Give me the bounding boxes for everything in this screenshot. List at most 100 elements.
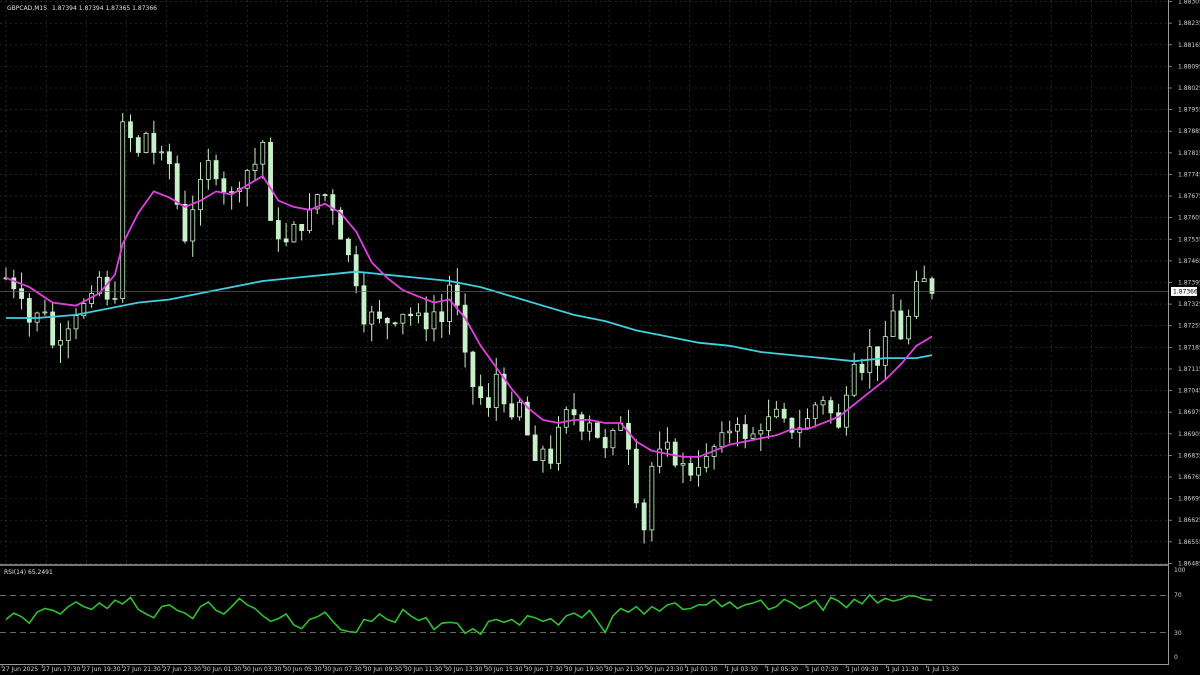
- candle-body: [135, 137, 141, 153]
- candle-body: [875, 346, 880, 366]
- candle-body: [423, 312, 429, 330]
- time-tick-label: 1 Jul 09:30: [846, 666, 878, 673]
- price-tick-label: 1.88305: [1178, 0, 1200, 6]
- price-tick-label: 1.86695: [1178, 496, 1200, 503]
- candle-body: [408, 313, 414, 317]
- candle-body: [174, 163, 180, 205]
- price-tick-label: 1.87045: [1178, 388, 1200, 395]
- time-tick-label: 27 Jun 19:30: [82, 666, 120, 673]
- candle-body: [190, 209, 196, 242]
- price-tick-label: 1.87115: [1178, 366, 1200, 373]
- candle-body: [812, 404, 818, 419]
- price-tick-label: 1.86765: [1178, 474, 1200, 481]
- current-price-label: 1.87366: [1171, 286, 1198, 296]
- candle-body: [750, 433, 756, 439]
- time-tick-label: 1 Jul 11:30: [886, 666, 918, 673]
- price-tick-label: 1.88095: [1178, 63, 1200, 70]
- candle-body: [820, 400, 826, 406]
- time-tick-label: 1 Jul 03:30: [726, 666, 758, 673]
- candle-body: [805, 418, 810, 429]
- time-tick-label: 30 Jun 23:30: [645, 666, 683, 673]
- price-chart[interactable]: 1.88305 1.88235 1.88165 1.88095 1.88025 1.879…: [0, 0, 1200, 675]
- candle-body: [369, 311, 375, 325]
- candle-body: [291, 223, 297, 243]
- chart-header-ohlc: 1.87394 1.87394 1.87365 1.87366: [52, 5, 157, 12]
- candle-body: [851, 363, 857, 396]
- candle-body: [898, 310, 904, 340]
- price-tick-label: 1.86555: [1178, 539, 1200, 546]
- candle-body: [914, 281, 919, 317]
- rsi-scale-100: 100: [1174, 567, 1186, 574]
- candle-body: [283, 238, 289, 243]
- candle-body: [377, 311, 382, 319]
- candle-body: [742, 424, 748, 439]
- candle-body: [73, 315, 79, 330]
- candle-body: [478, 386, 484, 399]
- candle-body: [890, 310, 896, 337]
- candle-body: [517, 401, 522, 418]
- candle-body: [182, 203, 188, 242]
- candle-body: [633, 448, 639, 504]
- time-tick-label: 30 Jun 07:30: [324, 666, 362, 673]
- candle-body: [112, 298, 118, 300]
- candle-body: [159, 151, 165, 154]
- candle-body: [509, 403, 515, 418]
- rsi-scale-30: 30: [1174, 630, 1182, 637]
- candle-body: [400, 313, 406, 324]
- price-tick-label: 1.87465: [1178, 258, 1200, 265]
- candle-body: [828, 400, 834, 414]
- price-tick-label: 1.86625: [1178, 517, 1200, 524]
- candle-body: [198, 179, 203, 211]
- candle-body: [758, 430, 764, 435]
- chart-header-symbol: GBPCAD,M15: [7, 5, 47, 12]
- price-tick-label: 1.88235: [1178, 20, 1200, 27]
- time-tick-label: 30 Jun 03:30: [243, 666, 281, 673]
- candle-body: [571, 409, 577, 416]
- price-tick-label: 1.87955: [1178, 107, 1200, 114]
- candle-body: [672, 441, 678, 466]
- candle-body: [602, 437, 608, 449]
- candle-body: [42, 311, 48, 314]
- price-tick-label: 1.88165: [1178, 42, 1200, 49]
- price-tick-label: 1.87815: [1178, 150, 1200, 157]
- candle-body: [384, 318, 390, 324]
- candle-body: [143, 132, 149, 153]
- candle-body: [307, 208, 312, 231]
- candle-body: [696, 466, 701, 476]
- candle-body: [128, 121, 133, 139]
- price-tick-label: 1.86975: [1178, 409, 1200, 416]
- candle-body: [322, 194, 328, 196]
- candle-body: [665, 441, 670, 450]
- candle-body: [548, 448, 554, 464]
- candle-body: [353, 254, 359, 287]
- candle-body: [260, 142, 266, 165]
- candle-body: [470, 351, 476, 388]
- chart-background: [0, 0, 1200, 675]
- candle-body: [439, 311, 445, 323]
- price-tick-label: 1.86835: [1178, 452, 1200, 459]
- price-tick-label: 1.87745: [1178, 171, 1200, 178]
- candle-body: [594, 422, 600, 438]
- candle-body: [781, 408, 787, 419]
- candle-body: [735, 424, 740, 432]
- candle-body: [462, 304, 468, 353]
- price-tick-label: 1.86905: [1178, 431, 1200, 438]
- candle-body: [486, 397, 491, 408]
- candle-body: [299, 223, 305, 231]
- candle-body: [447, 284, 452, 323]
- price-tick-label: 1.87605: [1178, 215, 1200, 222]
- candle-body: [540, 448, 546, 461]
- time-tick-label: 27 Jun 2025: [2, 666, 38, 673]
- rsi-scale-0: 0: [1174, 654, 1178, 661]
- candle-body: [345, 238, 351, 256]
- time-tick-label: 1 Jul 01:30: [685, 666, 717, 673]
- candle-body: [221, 178, 227, 193]
- candle-body: [649, 465, 655, 531]
- candle-body: [416, 312, 421, 317]
- candle-body: [680, 463, 686, 466]
- candle-body: [454, 284, 460, 306]
- time-tick-label: 30 Jun 01:30: [203, 666, 241, 673]
- candle-body: [532, 434, 538, 461]
- rsi-indicator-label: RSI(14) 65.2491: [4, 569, 53, 576]
- time-tick-label: 30 Jun 15:30: [484, 666, 522, 673]
